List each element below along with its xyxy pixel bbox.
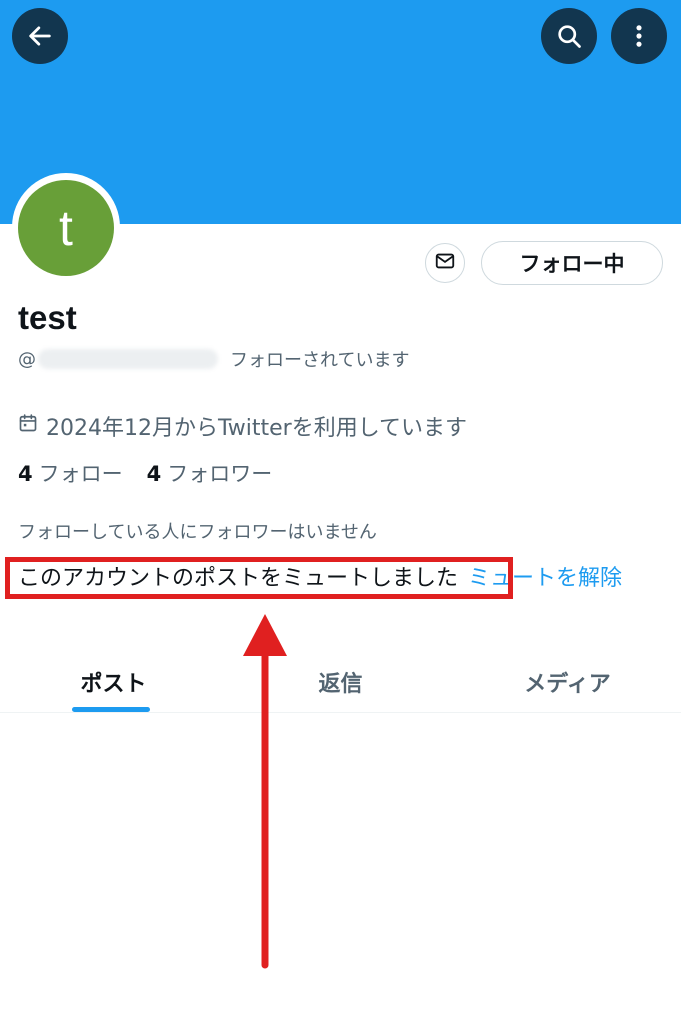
- profile-tabs: ポスト 返信 メディア: [0, 650, 681, 712]
- blurred-handle: [38, 349, 218, 369]
- follow-stats: 4 フォロー 4 フォロワー: [18, 458, 272, 488]
- tab-replies-label: 返信: [318, 672, 363, 697]
- display-name: test: [18, 299, 77, 336]
- more-vertical-icon: [625, 22, 653, 50]
- tab-posts-label: ポスト: [80, 672, 147, 697]
- following-button[interactable]: フォロー中: [481, 241, 663, 285]
- joined-date: 2024年12月からTwitterを利用しています: [46, 416, 468, 441]
- annotation-arrow-icon: [243, 614, 287, 969]
- back-button[interactable]: [12, 8, 68, 64]
- followers-count: 4: [146, 462, 162, 486]
- tab-divider: [0, 712, 681, 713]
- follows-you-label: フォローされています: [230, 350, 410, 371]
- avatar[interactable]: t: [18, 180, 114, 276]
- tab-media[interactable]: メディア: [454, 650, 681, 712]
- mail-icon: [434, 250, 456, 276]
- followers-label: フォロワー: [167, 462, 273, 486]
- tab-posts[interactable]: ポスト: [0, 650, 227, 712]
- known-followers-text: フォローしている人にフォロワーはいません: [18, 522, 377, 543]
- arrow-left-icon: [26, 22, 54, 50]
- following-button-label: フォロー中: [519, 252, 625, 276]
- more-button[interactable]: [611, 8, 667, 64]
- handle-prefix: @: [18, 348, 36, 370]
- following-count: 4: [18, 462, 33, 486]
- tab-media-label: メディア: [524, 672, 611, 697]
- annotation-highlight-box: [5, 557, 513, 599]
- calendar-icon: [18, 413, 46, 439]
- avatar-letter: t: [59, 200, 73, 256]
- following-label: フォロー: [38, 462, 123, 486]
- following-stat[interactable]: 4 フォロー: [18, 458, 123, 488]
- search-button[interactable]: [541, 8, 597, 64]
- handle-row: @ フォローされています: [18, 345, 409, 373]
- joined-date-row: 2024年12月からTwitterを利用しています: [18, 411, 467, 441]
- message-button[interactable]: [425, 243, 465, 283]
- search-icon: [555, 22, 583, 50]
- followers-stat[interactable]: 4 フォロワー: [147, 458, 273, 488]
